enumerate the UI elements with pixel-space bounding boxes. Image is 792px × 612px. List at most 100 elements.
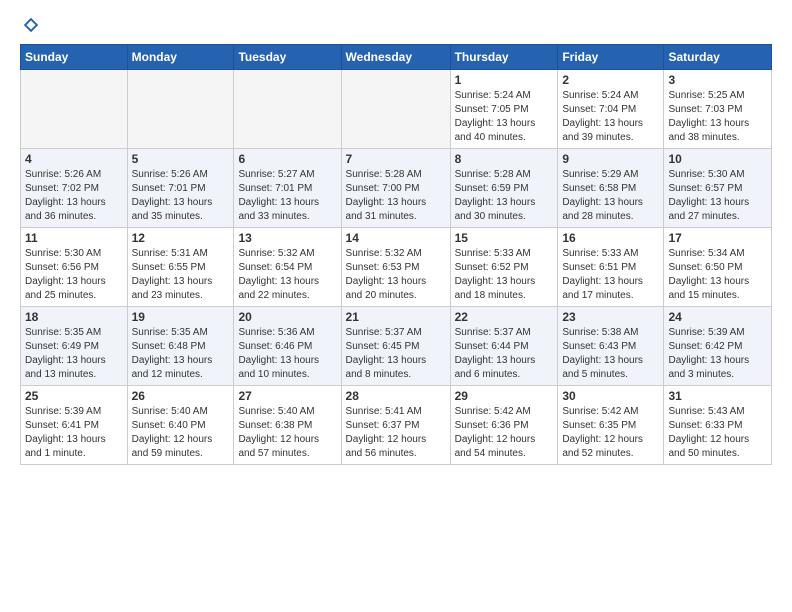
day-number: 22 bbox=[455, 310, 554, 324]
day-info: Sunrise: 5:26 AM Sunset: 7:02 PM Dayligh… bbox=[25, 168, 123, 224]
day-number: 18 bbox=[25, 310, 123, 324]
day-info: Sunrise: 5:37 AM Sunset: 6:45 PM Dayligh… bbox=[346, 326, 446, 382]
calendar-cell: 12Sunrise: 5:31 AM Sunset: 6:55 PM Dayli… bbox=[127, 228, 234, 307]
day-info: Sunrise: 5:43 AM Sunset: 6:33 PM Dayligh… bbox=[668, 405, 767, 461]
day-info: Sunrise: 5:33 AM Sunset: 6:52 PM Dayligh… bbox=[455, 247, 554, 303]
day-info: Sunrise: 5:39 AM Sunset: 6:41 PM Dayligh… bbox=[25, 405, 123, 461]
day-number: 3 bbox=[668, 73, 767, 87]
calendar-cell: 15 Sunrise: 5:33 AM Sunset: 6:52 PM Dayli… bbox=[450, 228, 558, 307]
day-number: 10 bbox=[668, 152, 767, 166]
day-info: Sunrise: 5:28 AM Sunset: 7:00 PM Dayligh… bbox=[346, 168, 446, 224]
day-info: Sunrise: 5:40 AM Sunset: 6:38 PM Dayligh… bbox=[238, 405, 336, 461]
calendar-cell: 16 Sunrise: 5:33 AM Sunset: 6:51 PM Dayli… bbox=[558, 228, 664, 307]
calendar-header-friday: Friday bbox=[558, 45, 664, 70]
calendar-cell: 10 Sunrise: 5:30 AM Sunset: 6:57 PM Dayli… bbox=[664, 149, 772, 228]
calendar-header-sunday: Sunday bbox=[21, 45, 128, 70]
day-info: Sunrise: 5:33 AM Sunset: 6:51 PM Dayligh… bbox=[562, 247, 659, 303]
calendar-cell: 6Sunrise: 5:27 AM Sunset: 7:01 PM Daylig… bbox=[234, 149, 341, 228]
calendar-cell: 30Sunrise: 5:42 AM Sunset: 6:35 PM Dayli… bbox=[558, 386, 664, 465]
calendar-week-4: 18 Sunrise: 5:35 AM Sunset: 6:49 PM Dayli… bbox=[21, 307, 772, 386]
calendar-cell bbox=[127, 70, 234, 149]
day-number: 28 bbox=[346, 389, 446, 403]
day-number: 23 bbox=[562, 310, 659, 324]
day-number: 12 bbox=[132, 231, 230, 245]
calendar-cell: 9 Sunrise: 5:29 AM Sunset: 6:58 PM Daylig… bbox=[558, 149, 664, 228]
day-info: Sunrise: 5:35 AM Sunset: 6:49 PM Dayligh… bbox=[25, 326, 123, 382]
day-number: 9 bbox=[562, 152, 659, 166]
calendar-cell: 14 Sunrise: 5:32 AM Sunset: 6:53 PM Dayli… bbox=[341, 228, 450, 307]
day-number: 2 bbox=[562, 73, 659, 87]
day-info: Sunrise: 5:39 AM Sunset: 6:42 PM Dayligh… bbox=[668, 326, 767, 382]
day-number: 20 bbox=[238, 310, 336, 324]
day-info: Sunrise: 5:38 AM Sunset: 6:43 PM Dayligh… bbox=[562, 326, 659, 382]
calendar-cell: 5 Sunrise: 5:26 AM Sunset: 7:01 PM Daylig… bbox=[127, 149, 234, 228]
calendar-cell: 31 Sunrise: 5:43 AM Sunset: 6:33 PM Dayli… bbox=[664, 386, 772, 465]
day-number: 14 bbox=[346, 231, 446, 245]
day-number: 4 bbox=[25, 152, 123, 166]
calendar-cell: 7 Sunrise: 5:28 AM Sunset: 7:00 PM Daylig… bbox=[341, 149, 450, 228]
calendar-cell bbox=[234, 70, 341, 149]
calendar-cell: 24 Sunrise: 5:39 AM Sunset: 6:42 PM Dayli… bbox=[664, 307, 772, 386]
day-info: Sunrise: 5:30 AM Sunset: 6:56 PM Dayligh… bbox=[25, 247, 123, 303]
calendar-cell: 17 Sunrise: 5:34 AM Sunset: 6:50 PM Dayli… bbox=[664, 228, 772, 307]
day-number: 13 bbox=[238, 231, 336, 245]
day-number: 16 bbox=[562, 231, 659, 245]
day-info: Sunrise: 5:24 AM Sunset: 7:05 PM Dayligh… bbox=[455, 89, 554, 145]
day-number: 7 bbox=[346, 152, 446, 166]
calendar-cell bbox=[341, 70, 450, 149]
calendar-cell bbox=[21, 70, 128, 149]
calendar-cell: 29Sunrise: 5:42 AM Sunset: 6:36 PM Dayli… bbox=[450, 386, 558, 465]
day-number: 1 bbox=[455, 73, 554, 87]
day-number: 21 bbox=[346, 310, 446, 324]
day-info: Sunrise: 5:40 AM Sunset: 6:40 PM Dayligh… bbox=[132, 405, 230, 461]
day-info: Sunrise: 5:30 AM Sunset: 6:57 PM Dayligh… bbox=[668, 168, 767, 224]
day-number: 5 bbox=[132, 152, 230, 166]
day-number: 31 bbox=[668, 389, 767, 403]
calendar-cell: 22 Sunrise: 5:37 AM Sunset: 6:44 PM Dayli… bbox=[450, 307, 558, 386]
day-info: Sunrise: 5:34 AM Sunset: 6:50 PM Dayligh… bbox=[668, 247, 767, 303]
page: SundayMondayTuesdayWednesdayThursdayFrid… bbox=[0, 0, 792, 475]
calendar-cell: 19 Sunrise: 5:35 AM Sunset: 6:48 PM Dayli… bbox=[127, 307, 234, 386]
calendar-cell: 1 Sunrise: 5:24 AM Sunset: 7:05 PM Daylig… bbox=[450, 70, 558, 149]
day-number: 19 bbox=[132, 310, 230, 324]
calendar-week-3: 11 Sunrise: 5:30 AM Sunset: 6:56 PM Dayli… bbox=[21, 228, 772, 307]
day-info: Sunrise: 5:28 AM Sunset: 6:59 PM Dayligh… bbox=[455, 168, 554, 224]
calendar-cell: 4 Sunrise: 5:26 AM Sunset: 7:02 PM Daylig… bbox=[21, 149, 128, 228]
day-number: 15 bbox=[455, 231, 554, 245]
calendar-cell: 2 Sunrise: 5:24 AM Sunset: 7:04 PM Daylig… bbox=[558, 70, 664, 149]
day-info: Sunrise: 5:26 AM Sunset: 7:01 PM Dayligh… bbox=[132, 168, 230, 224]
day-info: Sunrise: 5:27 AM Sunset: 7:01 PM Dayligh… bbox=[238, 168, 336, 224]
calendar-cell: 25 Sunrise: 5:39 AM Sunset: 6:41 PM Dayli… bbox=[21, 386, 128, 465]
calendar-header-wednesday: Wednesday bbox=[341, 45, 450, 70]
day-info: Sunrise: 5:42 AM Sunset: 6:35 PM Dayligh… bbox=[562, 405, 659, 461]
calendar-header-monday: Monday bbox=[127, 45, 234, 70]
calendar-cell: 28 Sunrise: 5:41 AM Sunset: 6:37 PM Dayli… bbox=[341, 386, 450, 465]
day-number: 11 bbox=[25, 231, 123, 245]
logo-icon bbox=[22, 16, 40, 34]
day-number: 29 bbox=[455, 389, 554, 403]
calendar: SundayMondayTuesdayWednesdayThursdayFrid… bbox=[20, 44, 772, 465]
day-info: Sunrise: 5:29 AM Sunset: 6:58 PM Dayligh… bbox=[562, 168, 659, 224]
day-info: Sunrise: 5:37 AM Sunset: 6:44 PM Dayligh… bbox=[455, 326, 554, 382]
calendar-week-2: 4 Sunrise: 5:26 AM Sunset: 7:02 PM Daylig… bbox=[21, 149, 772, 228]
calendar-cell: 3Sunrise: 5:25 AM Sunset: 7:03 PM Daylig… bbox=[664, 70, 772, 149]
calendar-cell: 21 Sunrise: 5:37 AM Sunset: 6:45 PM Dayli… bbox=[341, 307, 450, 386]
calendar-cell: 20Sunrise: 5:36 AM Sunset: 6:46 PM Dayli… bbox=[234, 307, 341, 386]
day-number: 17 bbox=[668, 231, 767, 245]
day-number: 25 bbox=[25, 389, 123, 403]
day-info: Sunrise: 5:32 AM Sunset: 6:53 PM Dayligh… bbox=[346, 247, 446, 303]
calendar-header-thursday: Thursday bbox=[450, 45, 558, 70]
calendar-header-tuesday: Tuesday bbox=[234, 45, 341, 70]
calendar-cell: 26 Sunrise: 5:40 AM Sunset: 6:40 PM Dayli… bbox=[127, 386, 234, 465]
logo bbox=[20, 16, 40, 34]
calendar-cell: 13Sunrise: 5:32 AM Sunset: 6:54 PM Dayli… bbox=[234, 228, 341, 307]
day-info: Sunrise: 5:41 AM Sunset: 6:37 PM Dayligh… bbox=[346, 405, 446, 461]
calendar-header-row: SundayMondayTuesdayWednesdayThursdayFrid… bbox=[21, 45, 772, 70]
calendar-cell: 8Sunrise: 5:28 AM Sunset: 6:59 PM Daylig… bbox=[450, 149, 558, 228]
calendar-week-5: 25 Sunrise: 5:39 AM Sunset: 6:41 PM Dayli… bbox=[21, 386, 772, 465]
day-number: 26 bbox=[132, 389, 230, 403]
day-info: Sunrise: 5:35 AM Sunset: 6:48 PM Dayligh… bbox=[132, 326, 230, 382]
calendar-cell: 11 Sunrise: 5:30 AM Sunset: 6:56 PM Dayli… bbox=[21, 228, 128, 307]
day-number: 24 bbox=[668, 310, 767, 324]
day-info: Sunrise: 5:24 AM Sunset: 7:04 PM Dayligh… bbox=[562, 89, 659, 145]
